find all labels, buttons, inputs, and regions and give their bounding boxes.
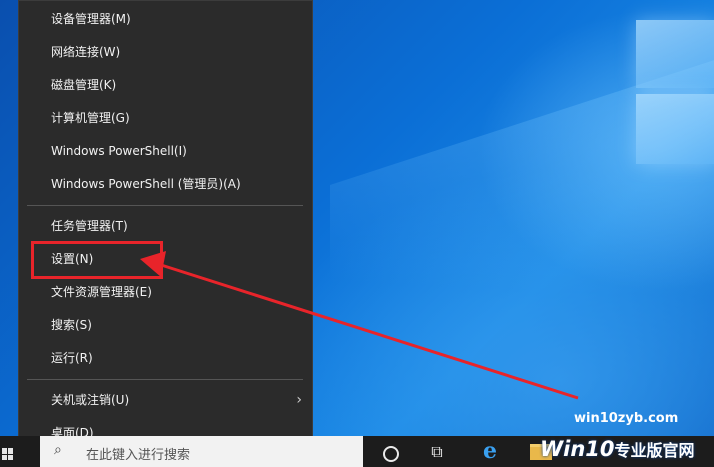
menu-item-search[interactable]: 搜索(S) [19,309,312,342]
windows-start-icon [2,448,14,460]
menu-item-powershell[interactable]: Windows PowerShell(I) [19,135,312,168]
watermark-site: win10zyb.com [574,411,679,426]
menu-item-label: 运行(R) [51,351,93,365]
menu-item-label: 任务管理器(T) [51,219,128,233]
chevron-right-icon: › [296,392,302,408]
start-button[interactable] [0,436,18,467]
menu-item-label: Windows PowerShell (管理员)(A) [51,177,241,191]
search-placeholder: 在此键入进行搜索 [86,448,191,463]
cortana-icon[interactable] [383,446,399,462]
menu-item-label: 磁盘管理(K) [51,78,117,92]
watermark-brand-suffix: 专业版官网 [614,441,695,460]
search-icon: ⌕ [54,442,62,458]
menu-item-network-connections[interactable]: 网络连接(W) [19,36,312,69]
menu-item-computer-management[interactable]: 计算机管理(G) [19,102,312,135]
menu-item-label: 文件资源管理器(E) [51,285,152,299]
menu-item-device-manager[interactable]: 设备管理器(M) [19,3,312,36]
menu-item-run[interactable]: 运行(R) [19,342,312,375]
menu-item-file-explorer[interactable]: 文件资源管理器(E) [19,276,312,309]
watermark-brand-name: Win10 [540,437,615,461]
menu-item-disk-management[interactable]: 磁盘管理(K) [19,69,312,102]
menu-item-powershell-admin[interactable]: Windows PowerShell (管理员)(A) [19,168,312,201]
winx-context-menu: 设备管理器(M) 网络连接(W) 磁盘管理(K) 计算机管理(G) Window… [18,0,313,450]
settings-highlight-box [31,241,163,279]
task-view-icon[interactable]: ⧉ [417,436,457,467]
menu-item-task-manager[interactable]: 任务管理器(T) [19,210,312,243]
menu-separator [27,205,303,206]
wallpaper-windows-logo [630,0,714,165]
wallpaper-logo-pane-bottom [636,94,714,164]
menu-item-label: 计算机管理(G) [51,111,130,125]
taskbar-search-box[interactable]: ⌕ 在此键入进行搜索 [40,436,363,467]
menu-item-label: Windows PowerShell(I) [51,144,187,158]
menu-item-label: 搜索(S) [51,318,92,332]
menu-item-label: 设备管理器(M) [51,12,131,26]
menu-item-shutdown-signout[interactable]: 关机或注销(U) › [19,384,312,417]
menu-item-label: 关机或注销(U) [51,393,130,407]
edge-browser-icon[interactable]: e [470,436,510,467]
wallpaper-logo-pane-top [636,20,714,88]
watermark-brand: Win10专业版官网 [540,437,695,461]
menu-item-label: 网络连接(W) [51,45,121,59]
menu-separator [27,379,303,380]
